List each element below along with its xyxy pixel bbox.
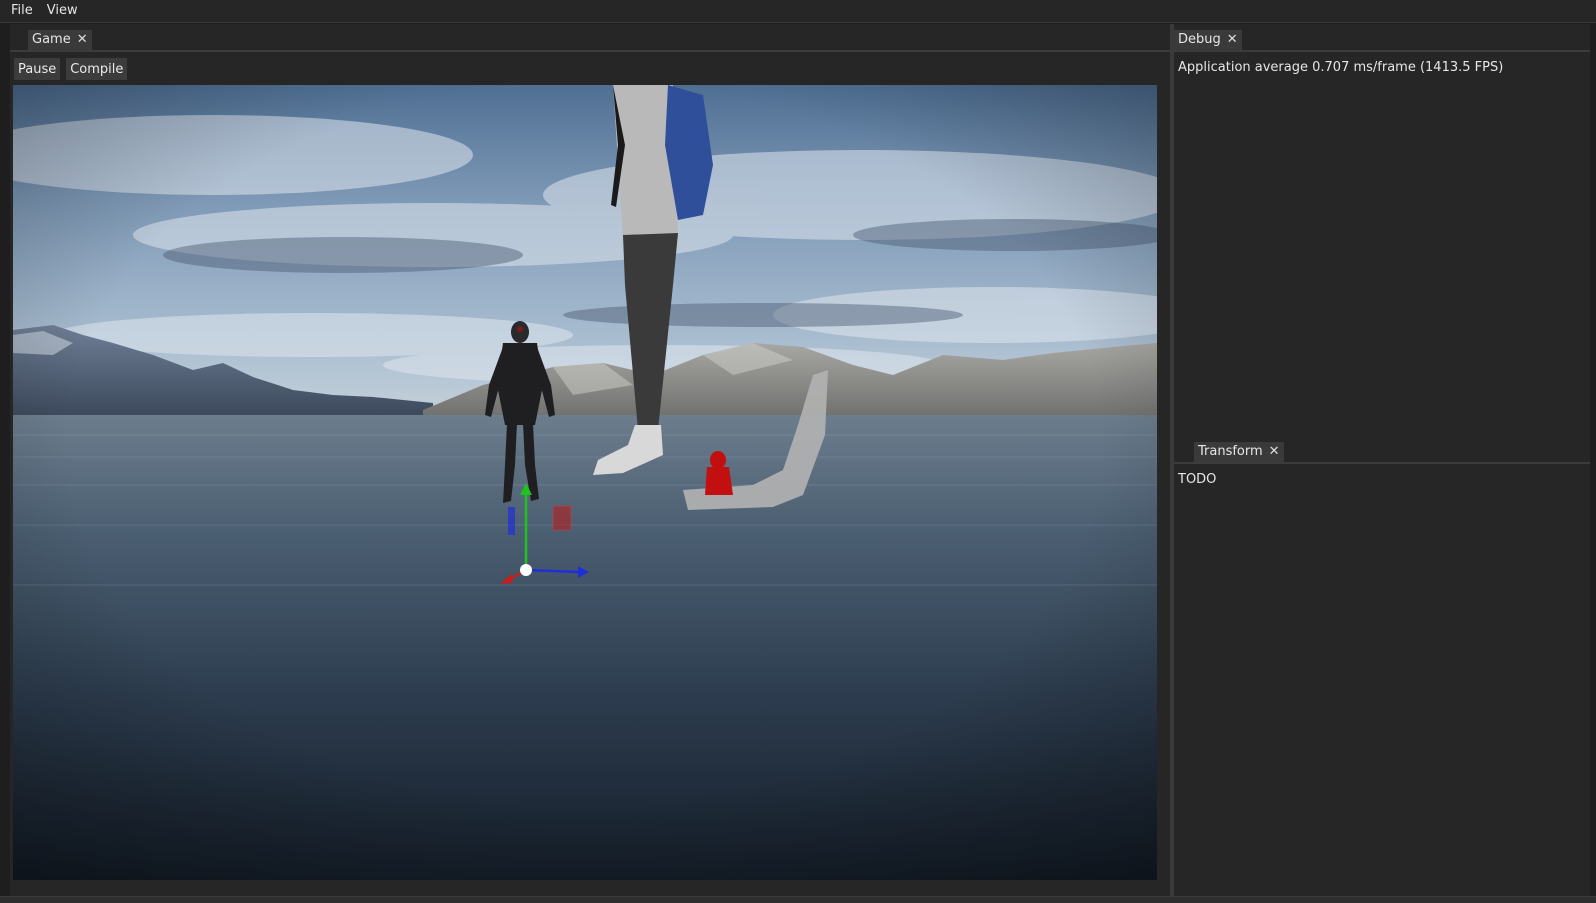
game-toolbar: Pause Compile [14, 58, 128, 80]
tab-game[interactable]: Game ✕ [28, 30, 92, 50]
close-icon[interactable]: ✕ [1269, 442, 1280, 462]
menu-view[interactable]: View [40, 0, 85, 22]
compile-button[interactable]: Compile [66, 58, 128, 80]
debug-panel: Debug ✕ Application average 0.707 ms/fra… [1174, 24, 1590, 436]
tab-transform[interactable]: Transform ✕ [1194, 442, 1284, 462]
game-tab-bar: Game ✕ [10, 24, 1170, 52]
status-strip [0, 896, 1596, 903]
debug-tab-bar: Debug ✕ [1174, 24, 1590, 52]
tab-debug-label: Debug [1178, 32, 1221, 47]
menu-bar: File View [0, 0, 1596, 23]
tab-debug[interactable]: Debug ✕ [1174, 30, 1242, 50]
transform-tab-bar: Transform ✕ [1174, 436, 1590, 464]
game-panel: Game ✕ Pause Compile [10, 24, 1170, 896]
close-icon[interactable]: ✕ [77, 30, 88, 50]
scene-render [13, 85, 1157, 880]
pause-button[interactable]: Pause [14, 58, 61, 80]
transform-panel: Transform ✕ TODO [1174, 436, 1590, 896]
menu-file[interactable]: File [4, 0, 40, 22]
tab-game-label: Game [32, 32, 71, 47]
close-icon[interactable]: ✕ [1227, 30, 1238, 50]
transform-body-text: TODO [1178, 472, 1217, 487]
frame-time-stats: Application average 0.707 ms/frame (1413… [1178, 60, 1504, 75]
tab-transform-label: Transform [1198, 444, 1263, 459]
game-viewport[interactable] [13, 85, 1157, 880]
